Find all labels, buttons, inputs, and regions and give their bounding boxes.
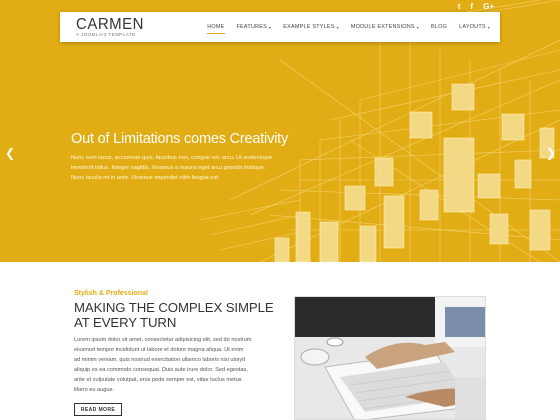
social-links: t f G+ [458, 2, 494, 11]
paragraph-line: Lorem ipsum dolor sit amet, consectetur … [74, 337, 252, 343]
hero-description: Nunc sem lacus, accumsan quis, faucibus … [71, 153, 311, 183]
section-title: MAKING THE COMPLEX SIMPLE AT EVERY TURN [74, 300, 274, 330]
facebook-icon[interactable]: f [470, 2, 473, 11]
office-keyboard-photo [294, 296, 486, 420]
paragraph-line: eiusmod tempor incididunt ut labore et d… [74, 347, 244, 354]
hero-description-line: Nunc iaculis mi in ante. Vivamus imperdi… [71, 175, 220, 181]
nav-item-example-styles[interactable]: EXAMPLE STYLES ▾ [283, 12, 339, 42]
nav-item-module-extensions[interactable]: MODULE EXTENSIONS ▾ [351, 12, 419, 42]
logo-subtitle: A JOOMLA!3 TEMPLATE [76, 32, 136, 37]
hero-title: Out of Limitations comes Creativity [71, 131, 289, 147]
logo-title[interactable]: CARMEN [76, 16, 144, 34]
nav-item-label: LAYOUTS [459, 24, 486, 30]
google-plus-icon[interactable]: G+ [483, 2, 494, 11]
read-more-button[interactable]: READ MORE [74, 403, 122, 416]
office-keyboard-photo-art [295, 297, 485, 419]
site-header: CARMEN A JOOMLA!3 TEMPLATE HOME FEATURES… [60, 12, 500, 42]
slider-prev-arrow-icon[interactable]: ❮ [5, 147, 15, 159]
slider-next-arrow-icon[interactable]: ❯ [546, 147, 556, 159]
chevron-down-icon: ▾ [487, 24, 490, 30]
section-eyebrow: Stylish & Professional [74, 290, 148, 297]
paragraph-line: aliquip ex ea commodo consequat. Duis au… [74, 367, 248, 374]
nav-item-home[interactable]: HOME [207, 12, 225, 42]
hero-description-line: hendrerit tellus. Integer sagittis. Viva… [71, 165, 266, 171]
twitter-icon[interactable]: t [458, 2, 461, 11]
nav-item-layouts[interactable]: LAYOUTS ▾ [459, 12, 490, 42]
chevron-down-icon: ▾ [416, 24, 420, 30]
nav-item-label: BLOG [431, 24, 448, 30]
paragraph-line: ad minim veniam, quis nostrud exercitati… [74, 357, 245, 364]
hero-description-line: Nunc sem lacus, accumsan quis, faucibus … [71, 155, 273, 161]
paragraph-line: libero eu augue. [74, 387, 115, 394]
nav-item-label: HOME [207, 24, 225, 30]
chevron-down-icon: ▾ [269, 24, 272, 30]
main-nav: HOME FEATURES ▾ EXAMPLE STYLES ▾ MODULE … [207, 12, 490, 42]
nav-item-features[interactable]: FEATURES ▾ [237, 12, 272, 42]
nav-item-label: FEATURES [236, 24, 268, 30]
section-paragraph: Lorem ipsum dolor sit amet, consectetur … [74, 335, 264, 396]
paragraph-line: ante et vulputate volutpat, eros pede se… [74, 377, 242, 384]
chevron-down-icon: ▾ [336, 24, 339, 30]
nav-item-blog[interactable]: BLOG [431, 12, 447, 42]
nav-item-label: EXAMPLE STYLES [283, 24, 335, 30]
nav-item-label: MODULE EXTENSIONS [350, 24, 415, 30]
